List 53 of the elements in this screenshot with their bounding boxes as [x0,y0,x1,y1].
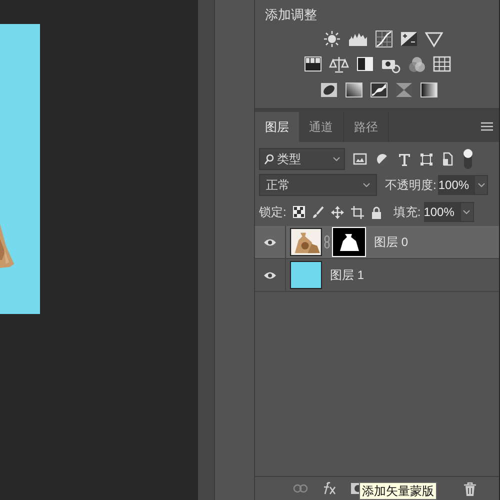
lock-label: 锁定: [259,204,286,221]
layer-name: 图层 0 [374,234,408,251]
fill-dropdown-button[interactable] [460,202,474,222]
crop-icon[interactable] [351,206,364,218]
layer-row[interactable]: 图层 1 [255,259,499,292]
trash-icon[interactable] [464,482,476,496]
panel-tab[interactable]: 图层 [255,112,299,142]
chain-icon[interactable] [324,235,330,249]
lock-icon[interactable] [371,206,382,218]
opacity-dropdown-button[interactable] [474,175,488,195]
image-icon[interactable] [353,153,367,165]
text-icon[interactable] [398,152,411,166]
opacity-label: 不透明度: [385,177,436,194]
search-icon [264,154,274,164]
scale-icon[interactable] [328,56,348,74]
panel-title: 添加调整 [265,6,318,24]
blend-mode-dropdown[interactable]: 正常 [259,174,377,196]
exposure-icon[interactable] [400,30,418,48]
chevron-down-icon [463,210,470,214]
fill-label: 填充: [393,204,421,221]
layer-row[interactable]: 图层 0 [255,226,499,259]
eye-icon[interactable] [263,270,277,280]
layer-name: 图层 1 [330,267,364,284]
triangle-icon[interactable] [425,30,443,48]
fx-icon[interactable] [322,482,336,495]
chevron-down-icon [478,183,485,187]
filter-dropdown[interactable]: 类型 [259,148,345,170]
circles-icon[interactable] [408,56,426,74]
toggle-icon[interactable] [463,148,473,170]
opacity-field[interactable]: 100% [438,175,474,195]
diagonal-gradient-icon[interactable] [345,82,363,98]
sun-icon[interactable] [323,30,341,48]
layer-mask-thumbnail[interactable] [332,227,366,257]
chevron-down-icon [333,157,340,161]
curves-icon[interactable] [375,30,393,48]
invert-icon[interactable] [320,82,338,98]
transform-icon[interactable] [420,152,433,166]
document-icon[interactable] [442,152,454,166]
half-circle-icon[interactable] [376,152,389,166]
brush-icon[interactable] [312,206,324,218]
eye-icon[interactable] [263,238,277,246]
menu-icon[interactable] [481,122,493,131]
gradient-icon[interactable] [420,82,438,98]
gradient-grid-icon[interactable] [304,56,322,72]
tooltip: 添加矢量蒙版 [359,482,437,500]
chevron-down-icon [363,183,370,187]
move-icon[interactable] [331,206,344,218]
color-fill-thumbnail [290,261,322,289]
fill-field[interactable]: 100% [424,202,460,222]
threshold-icon[interactable] [370,82,388,98]
half-square-icon[interactable] [356,56,374,72]
checkerboard-icon[interactable] [293,206,306,218]
grid-icon[interactable] [432,56,450,72]
